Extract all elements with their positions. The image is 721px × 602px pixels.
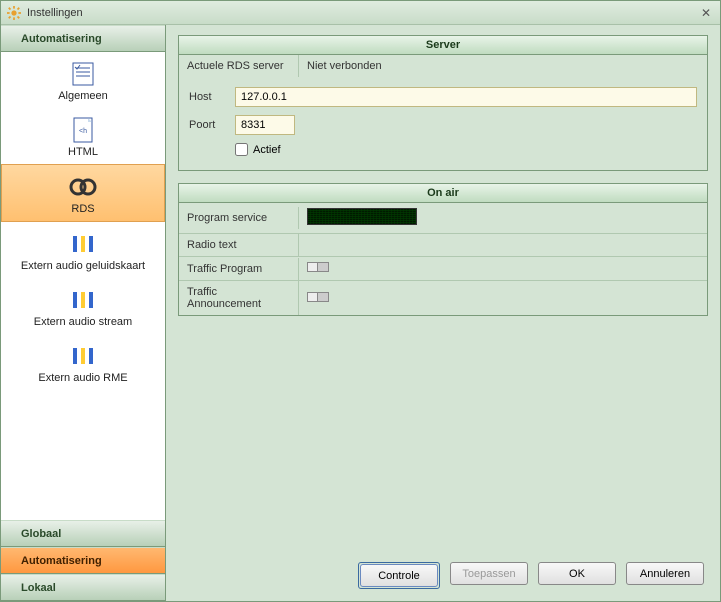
audio-bars-icon [67,230,99,258]
traffic-announcement-label: Traffic Announcement [179,281,299,315]
sidebar-item-rds[interactable]: RDS [1,164,165,222]
accordion-lokaal[interactable]: Lokaal [1,574,165,601]
traffic-announcement-row: Traffic Announcement [179,281,707,315]
active-row: Actief [179,139,707,160]
sidebar: Automatisering Algemeen <h HTML [1,25,166,601]
sidebar-item-label: RDS [71,203,94,215]
sidebar-item-html[interactable]: <h HTML [1,108,165,164]
rds-icon [67,173,99,201]
program-service-label: Program service [179,207,299,229]
radio-text-row: Radio text [179,234,707,257]
sidebar-item-label: Extern audio RME [38,372,127,384]
gear-icon [7,6,21,20]
host-input[interactable] [235,87,697,107]
settings-window: Instellingen ✕ Automatisering Algemeen <… [0,0,721,602]
server-status-row: Actuele RDS server Niet verbonden [179,55,707,77]
html-file-icon: <h [67,116,99,144]
program-service-row: Program service [179,203,707,234]
ok-button[interactable]: OK [538,562,616,585]
svg-text:<h: <h [79,128,87,135]
radio-text-label: Radio text [179,234,299,256]
traffic-announcement-toggle[interactable] [307,292,329,302]
led-display [307,208,417,225]
sidebar-item-algemeen[interactable]: Algemeen [1,52,165,108]
accordion-automatisering-top[interactable]: Automatisering [1,25,165,52]
traffic-program-row: Traffic Program [179,257,707,281]
controle-button[interactable]: Controle [360,564,438,587]
close-icon[interactable]: ✕ [698,5,714,21]
port-label: Poort [189,119,235,131]
button-bar: Controle Toepassen OK Annuleren [178,556,708,593]
port-row: Poort [179,111,707,139]
annuleren-button[interactable]: Annuleren [626,562,704,585]
sidebar-item-extern-audio-rme[interactable]: Extern audio RME [1,334,165,390]
sidebar-item-label: Algemeen [58,90,108,102]
window-title: Instellingen [27,7,698,19]
controle-focus-ring: Controle [358,562,440,589]
server-section-title: Server [179,36,707,55]
server-status-value: Niet verbonden [299,55,707,77]
server-section: Server Actuele RDS server Niet verbonden… [178,35,708,171]
active-label: Actief [253,144,281,156]
server-status-label: Actuele RDS server [179,55,299,77]
content: Server Actuele RDS server Niet verbonden… [166,25,720,601]
toepassen-button[interactable]: Toepassen [450,562,528,585]
radio-text-value [299,240,707,250]
window-body: Automatisering Algemeen <h HTML [1,25,720,601]
accordion-automatisering[interactable]: Automatisering [1,547,165,574]
sidebar-item-label: HTML [68,146,98,158]
checklist-icon [67,60,99,88]
titlebar: Instellingen ✕ [1,1,720,25]
onair-section-title: On air [179,184,707,203]
sidebar-item-extern-audio-geluidskaart[interactable]: Extern audio geluidskaart [1,222,165,278]
traffic-program-toggle[interactable] [307,262,329,272]
active-checkbox[interactable] [235,143,248,156]
port-input[interactable] [235,115,295,135]
onair-section: On air Program service Radio text Traffi… [178,183,708,316]
host-row: Host [179,83,707,111]
audio-bars-icon [67,342,99,370]
nav-area: Algemeen <h HTML RDS [1,52,165,520]
audio-bars-icon [67,286,99,314]
accordion-globaal[interactable]: Globaal [1,520,165,547]
traffic-program-label: Traffic Program [179,258,299,280]
host-label: Host [189,91,235,103]
sidebar-item-label: Extern audio geluidskaart [21,260,145,272]
sidebar-item-label: Extern audio stream [34,316,132,328]
sidebar-item-extern-audio-stream[interactable]: Extern audio stream [1,278,165,334]
